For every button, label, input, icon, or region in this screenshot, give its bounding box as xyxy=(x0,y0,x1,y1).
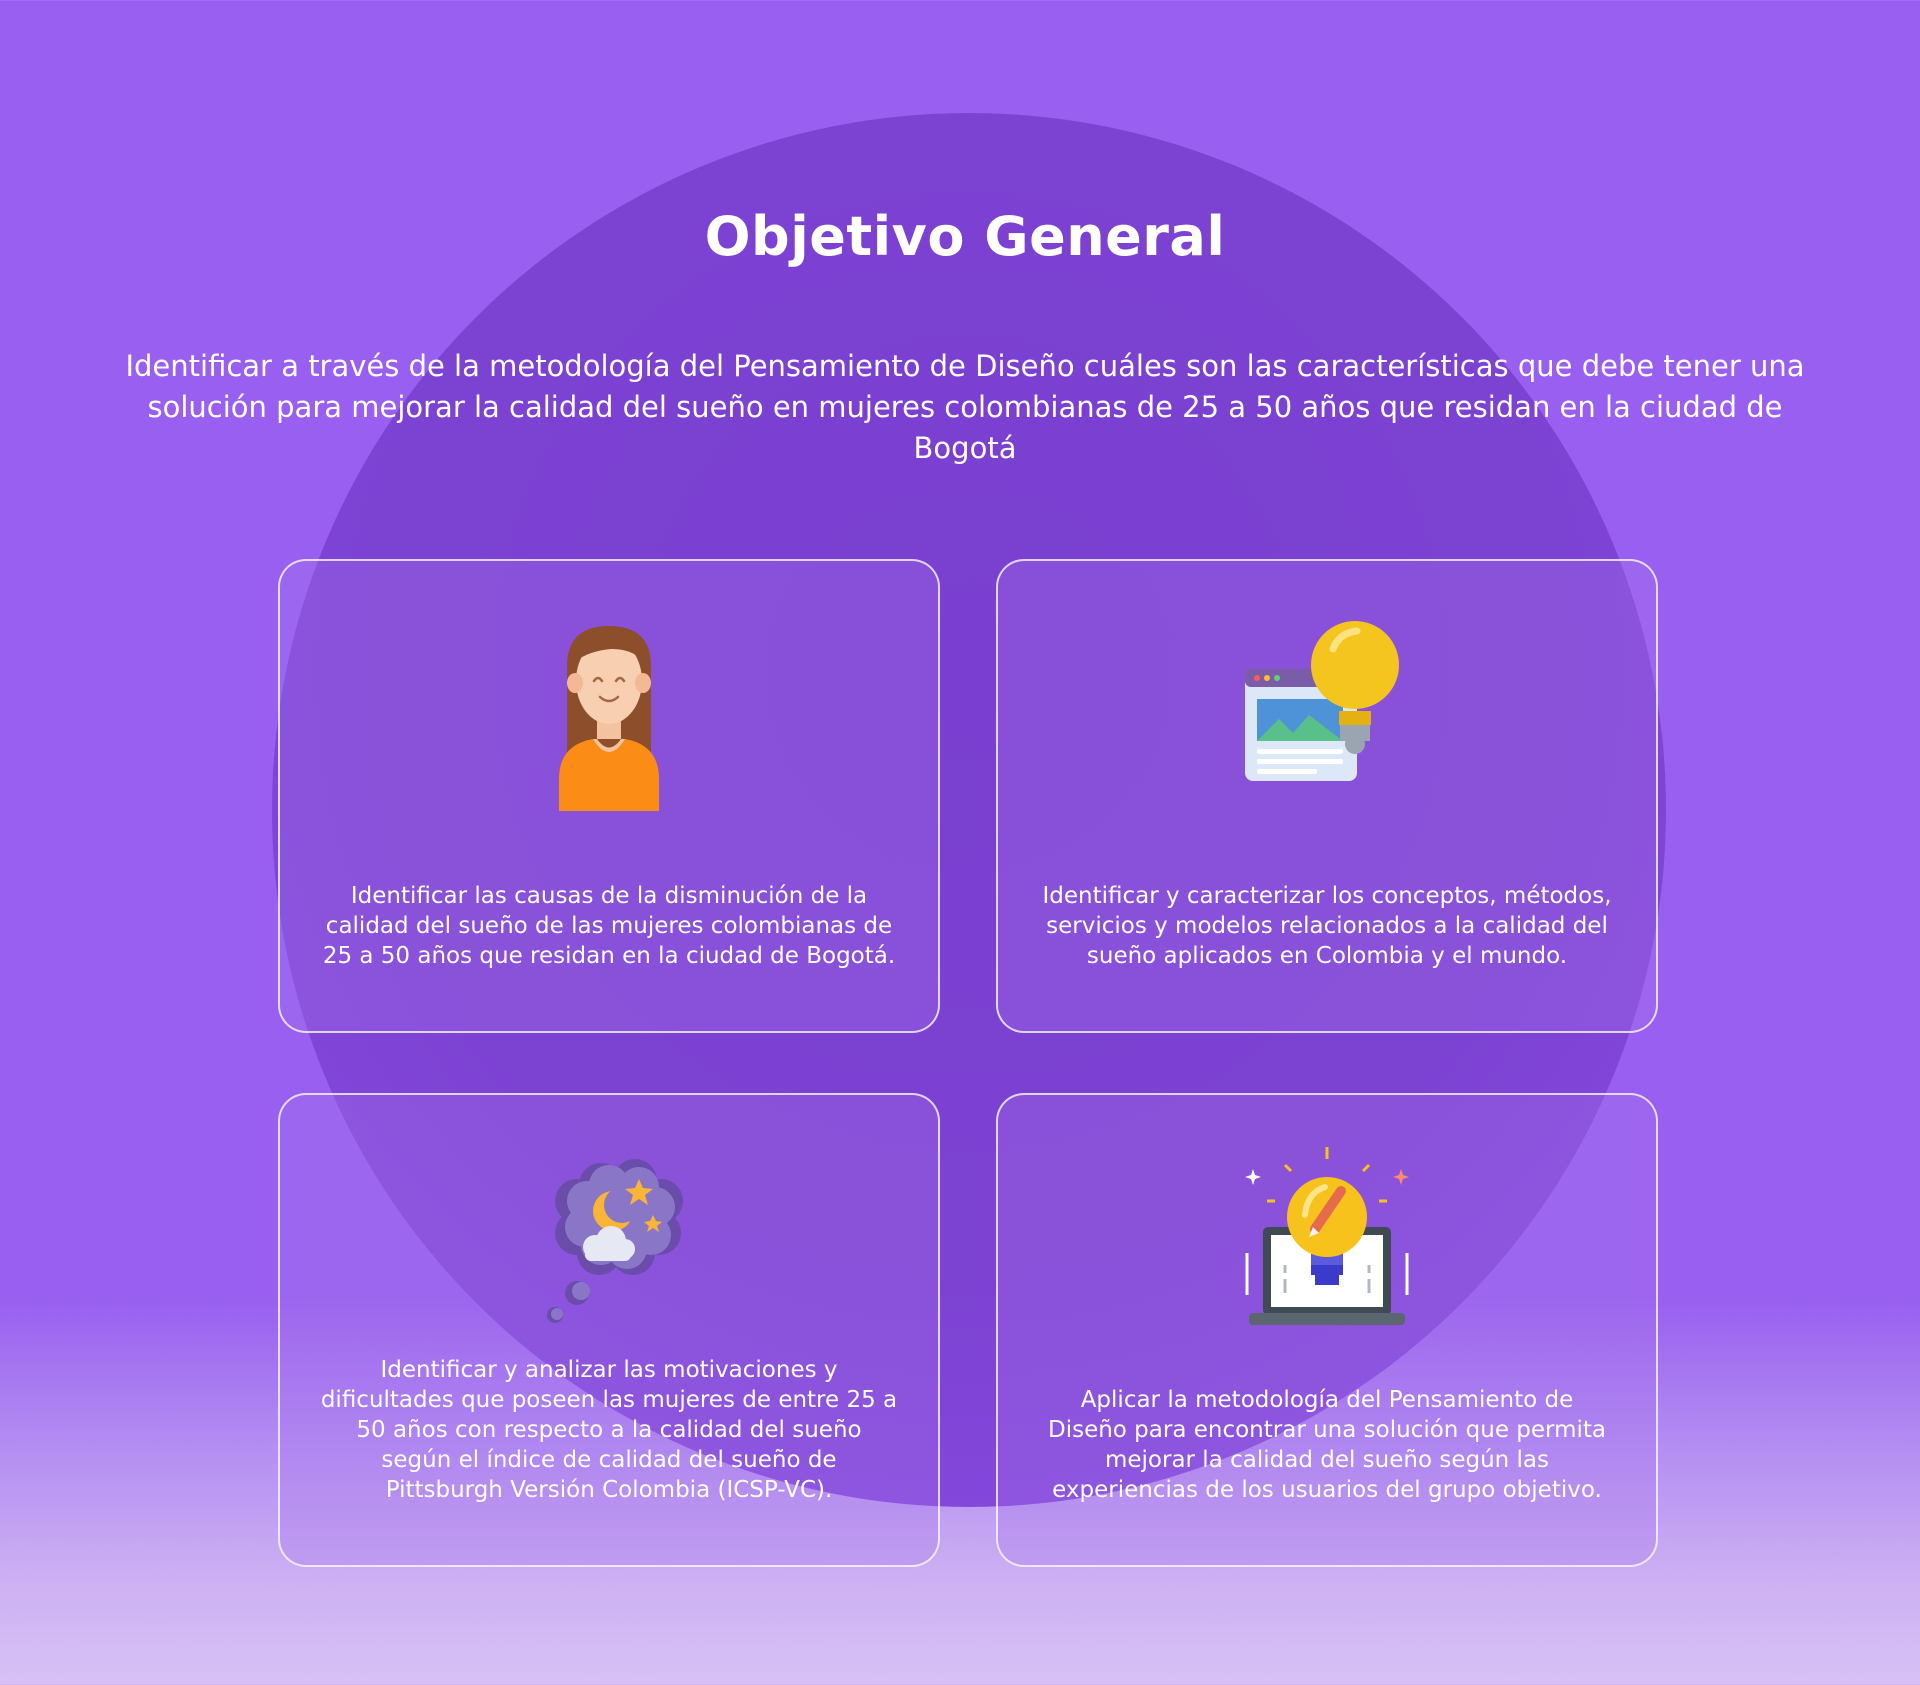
objective-text: Identificar y caracterizar los conceptos… xyxy=(1042,883,1612,969)
objective-card-4: Aplicar la metodología del Pensamiento d… xyxy=(996,1093,1658,1567)
woman-avatar-icon xyxy=(489,611,729,811)
objective-text: Identificar y analizar las motivaciones … xyxy=(320,1357,898,1503)
night-thought-bubble-icon xyxy=(489,1145,729,1345)
objective-card-1: Identificar las causas de la disminución… xyxy=(278,559,940,1033)
objective-card-3: Identificar y analizar las motivaciones … xyxy=(278,1093,940,1567)
objective-text: Aplicar la metodología del Pensamiento d… xyxy=(1047,1387,1607,1503)
page-title: Objetivo General xyxy=(704,205,1226,268)
page-subtitle: Identificar a través de la metodología d… xyxy=(125,349,1805,465)
laptop-creative-idea-icon xyxy=(1207,1145,1447,1345)
browser-lightbulb-icon xyxy=(1207,611,1447,811)
objective-text: Identificar las causas de la disminución… xyxy=(322,883,896,969)
objective-card-2: Identificar y caracterizar los conceptos… xyxy=(996,559,1658,1033)
